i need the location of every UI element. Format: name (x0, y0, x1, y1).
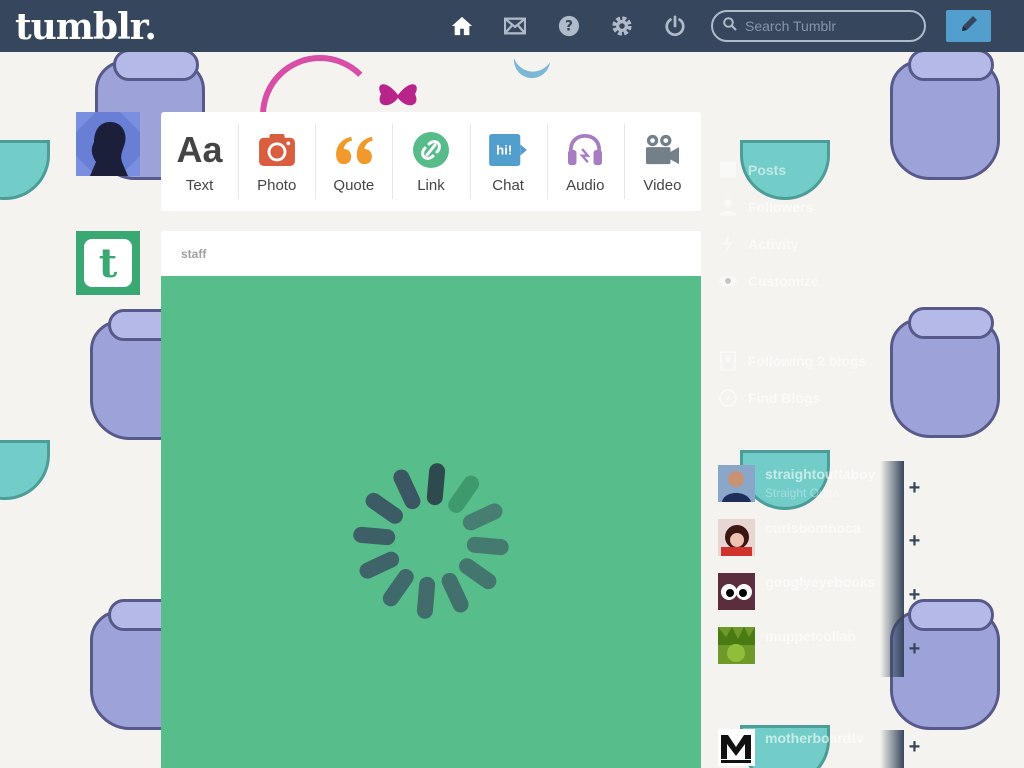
blog-avatar (718, 519, 755, 556)
bowl-decoration (0, 140, 50, 200)
dashboard-post: staff (161, 231, 701, 768)
blog-avatar (718, 465, 755, 502)
headphones-icon (566, 129, 604, 171)
tumblr-logo[interactable]: tumblr. (15, 6, 157, 48)
blog-avatar (718, 627, 755, 664)
follow-plus-icon[interactable]: + (903, 584, 926, 607)
search-box[interactable] (711, 10, 926, 42)
motherboard-logo-icon (718, 729, 755, 766)
post-type-text[interactable]: Aa Text (161, 112, 238, 211)
jar-decoration (890, 49, 1000, 180)
follow-fade (880, 569, 904, 623)
spinner-spoke (382, 569, 414, 607)
sidebar-item-find-blogs[interactable]: Find Blogs (718, 386, 820, 410)
sidebar-item-customize[interactable]: Customize (718, 269, 819, 293)
search-icon (723, 16, 737, 36)
post-type-chat[interactable]: hi! Chat (469, 112, 547, 211)
spinner-spoke (359, 551, 400, 579)
chat-icon: hi! (488, 129, 528, 171)
follow-plus-icon[interactable]: + (903, 736, 926, 759)
compose-button[interactable] (946, 10, 991, 42)
post-type-bar: Aa Text Photo Quote Link hi! Chat Audio (161, 112, 701, 211)
camera-icon (258, 129, 296, 171)
sidebar-item-followers[interactable]: Followers (718, 195, 813, 219)
post-type-audio[interactable]: Audio (546, 112, 624, 211)
follow-fade (880, 461, 904, 515)
following-icon (718, 351, 738, 371)
video-camera-icon (643, 129, 681, 171)
spinner-spoke (393, 469, 421, 510)
followers-icon (718, 197, 738, 217)
gear-icon[interactable] (610, 14, 634, 38)
post-author[interactable]: staff (161, 231, 701, 276)
post-type-quote[interactable]: Quote (315, 112, 392, 211)
follow-fade (880, 730, 904, 768)
blog-avatar (718, 573, 755, 610)
follow-plus-icon[interactable]: + (903, 638, 926, 661)
search-input[interactable] (745, 18, 915, 34)
spinner-spoke (416, 576, 436, 619)
butterfly-decoration (375, 78, 421, 112)
activity-icon (718, 234, 738, 254)
quote-icon (334, 129, 374, 171)
post-media[interactable] (161, 276, 701, 768)
svg-text:hi!: hi! (496, 143, 512, 158)
spinner-spoke (426, 463, 446, 506)
post-type-photo[interactable]: Photo (238, 112, 315, 211)
sidebar-item-posts[interactable]: Posts (718, 158, 786, 182)
post-type-video[interactable]: Video (623, 112, 701, 211)
tumblr-t-icon: t (84, 239, 132, 287)
compass-icon (718, 388, 738, 408)
follow-plus-icon[interactable]: + (903, 477, 926, 500)
bowl-decoration (0, 440, 50, 500)
text-icon: Aa (176, 129, 223, 170)
home-icon[interactable] (450, 14, 474, 38)
follow-fade (880, 515, 904, 569)
follow-fade (880, 623, 904, 677)
top-nav-bar: tumblr. ? (0, 0, 1024, 52)
pencil-icon (959, 14, 979, 39)
eye-icon (718, 271, 738, 291)
mail-icon[interactable] (503, 14, 527, 38)
spinner-spoke (462, 503, 503, 531)
spinner-spoke (441, 572, 469, 613)
sidebar-item-activity[interactable]: Activity (718, 232, 799, 256)
moon-decoration (510, 52, 554, 86)
help-icon[interactable]: ? (557, 14, 581, 38)
staff-avatar[interactable]: t (76, 231, 140, 295)
post-type-link[interactable]: Link (392, 112, 469, 211)
link-icon (412, 129, 450, 171)
sidebar-item-following[interactable]: Following 2 blogs (718, 349, 866, 373)
svg-text:?: ? (565, 19, 573, 35)
posts-icon (718, 160, 738, 180)
spinner-spoke (365, 492, 403, 524)
loading-spinner-icon (353, 463, 509, 619)
spinner-spoke (448, 475, 480, 513)
spinner-spoke (353, 526, 396, 546)
follow-plus-icon[interactable]: + (903, 530, 926, 553)
user-avatar[interactable] (76, 112, 140, 176)
jar-decoration (890, 307, 1000, 438)
power-icon[interactable] (663, 14, 687, 38)
spinner-spoke (466, 536, 509, 556)
spinner-spoke (459, 558, 497, 590)
